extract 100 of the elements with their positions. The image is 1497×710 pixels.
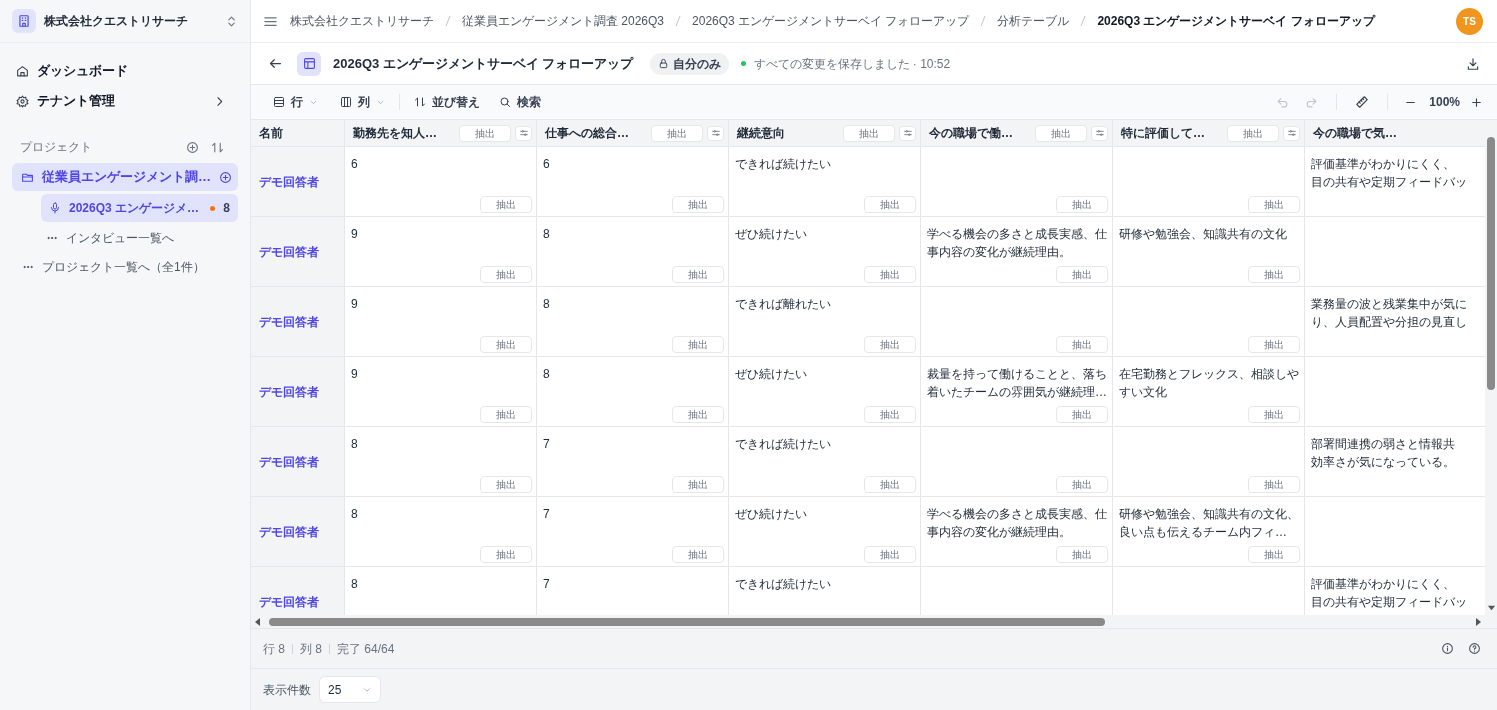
extract-button[interactable]: 抽出 — [672, 476, 724, 493]
sort-icon — [414, 96, 426, 108]
respondent-link[interactable]: デモ回答者 — [259, 382, 319, 401]
breadcrumb-link[interactable]: 分析テーブル — [997, 12, 1070, 30]
table-icon — [302, 57, 316, 70]
extract-button[interactable]: 抽出 — [864, 406, 916, 423]
page-size-select[interactable]: 25 — [319, 676, 381, 703]
column-header[interactable]: 今の職場で働… — [929, 124, 1031, 142]
breadcrumb-link[interactable]: 2026Q3 エンゲージメントサーベイ フォローアップ — [1097, 12, 1375, 30]
column-settings-button[interactable] — [1091, 125, 1108, 141]
extract-button[interactable]: 抽出 — [1248, 546, 1300, 563]
breadcrumb-link[interactable]: 株式会社クエストリサーチ — [290, 12, 434, 30]
column-header[interactable]: 勤務先を知人… — [353, 124, 455, 142]
respondent-link[interactable]: デモ回答者 — [259, 522, 319, 541]
project-list-link[interactable]: プロジェクト一覧へ（全1件） — [22, 254, 250, 280]
sort-button[interactable]: 並び替え — [406, 90, 488, 114]
ruler-icon[interactable] — [1355, 95, 1370, 109]
scroll-right-icon[interactable] — [1473, 616, 1483, 627]
extract-button[interactable]: 抽出 — [672, 406, 724, 423]
table-cell-text: 部署間連携の弱さと情報共 — [1311, 436, 1456, 453]
save-status: すべての変更を保存しました · 10:52 — [753, 55, 951, 73]
extract-button[interactable]: 抽出 — [864, 336, 916, 353]
extract-button[interactable]: 抽出 — [459, 124, 511, 142]
breadcrumb-link[interactable]: 従業員エンゲージメント調査 2026Q3 — [462, 12, 665, 30]
respondent-link[interactable]: デモ回答者 — [259, 452, 319, 471]
extract-button[interactable]: 抽出 — [672, 266, 724, 283]
column-settings-button[interactable] — [899, 125, 916, 141]
extract-button[interactable]: 抽出 — [480, 476, 532, 493]
table-cell-text: できれば離れたい — [735, 296, 832, 313]
extract-button[interactable]: 抽出 — [1248, 266, 1300, 283]
extract-button[interactable]: 抽出 — [1248, 406, 1300, 423]
back-arrow-icon[interactable] — [268, 56, 283, 71]
add-circle-icon[interactable] — [219, 170, 232, 184]
nav-item[interactable]: テナント管理 — [16, 89, 234, 113]
rows-button[interactable]: 行 — [265, 90, 326, 114]
column-settings-button[interactable] — [707, 125, 724, 141]
extract-button[interactable]: 抽出 — [864, 476, 916, 493]
table-cell-text: できれば続けたい — [735, 576, 832, 593]
extract-button[interactable]: 抽出 — [480, 336, 532, 353]
extract-button[interactable]: 抽出 — [1248, 196, 1300, 213]
extract-button[interactable]: 抽出 — [672, 336, 724, 353]
extract-button[interactable]: 抽出 — [480, 266, 532, 283]
extract-button[interactable]: 抽出 — [864, 266, 916, 283]
extract-button[interactable]: 抽出 — [480, 196, 532, 213]
nav-item[interactable]: ダッシュボード — [16, 59, 234, 83]
info-icon[interactable] — [1441, 642, 1454, 655]
column-settings-button[interactable] — [515, 125, 532, 141]
search-button[interactable]: 検索 — [491, 90, 549, 114]
extract-button[interactable]: 抽出 — [480, 406, 532, 423]
table-cell-text: 評価基準がわかりにくく、 — [1311, 156, 1456, 173]
extract-button[interactable]: 抽出 — [1056, 196, 1108, 213]
extract-button[interactable]: 抽出 — [1035, 124, 1087, 142]
scroll-left-icon[interactable] — [253, 616, 263, 627]
extract-button[interactable]: 抽出 — [672, 196, 724, 213]
table-cell-text: 8 — [351, 576, 359, 593]
column-header[interactable]: 今の職場で気… — [1313, 124, 1485, 142]
extract-button[interactable]: 抽出 — [1056, 406, 1108, 423]
column-header[interactable]: 仕事への総合… — [545, 124, 647, 142]
table-cell-text: 研修や勉強会、知識共有の文化 — [1119, 226, 1288, 243]
vertical-scrollbar[interactable] — [1487, 137, 1495, 390]
extract-button[interactable]: 抽出 — [1227, 124, 1279, 142]
extract-button[interactable]: 抽出 — [672, 546, 724, 563]
extract-button[interactable]: 抽出 — [480, 546, 532, 563]
interview-item[interactable]: 2026Q3 エンゲージメ… 8 — [41, 194, 238, 222]
respondent-link[interactable]: デモ回答者 — [259, 172, 319, 191]
extract-button[interactable]: 抽出 — [864, 196, 916, 213]
extract-button[interactable]: 抽出 — [864, 546, 916, 563]
interview-list-link[interactable]: インタビュー一覧へ — [46, 225, 238, 251]
columns-button[interactable]: 列 — [332, 90, 393, 114]
project-item[interactable]: 従業員エンゲージメント調… — [12, 163, 238, 191]
settings-icon — [16, 94, 29, 108]
extract-button[interactable]: 抽出 — [1056, 266, 1108, 283]
zoom-in-icon[interactable] — [1470, 95, 1483, 109]
scroll-down-icon[interactable] — [1486, 603, 1496, 612]
help-icon[interactable] — [1468, 642, 1481, 655]
add-circle-icon[interactable] — [186, 140, 199, 154]
extract-button[interactable]: 抽出 — [1248, 336, 1300, 353]
chevron-up-down-icon[interactable] — [225, 14, 238, 28]
respondent-link[interactable]: デモ回答者 — [259, 242, 319, 261]
table-cell-text: 8 — [543, 226, 551, 243]
sliders-icon — [902, 128, 913, 138]
column-header[interactable]: 特に評価して… — [1121, 124, 1223, 142]
table-cell-text: 8 — [351, 506, 359, 523]
extract-button[interactable]: 抽出 — [843, 124, 895, 142]
extract-button[interactable]: 抽出 — [1248, 476, 1300, 493]
column-header[interactable]: 継続意向 — [737, 124, 839, 142]
horizontal-scrollbar[interactable] — [269, 617, 1105, 626]
extract-button[interactable]: 抽出 — [1056, 546, 1108, 563]
table-cell-text: できれば続けたい — [735, 436, 832, 453]
sort-icon[interactable] — [211, 140, 224, 154]
breadcrumb-link[interactable]: 2026Q3 エンゲージメントサーベイ フォローアップ — [692, 12, 970, 30]
download-icon[interactable] — [1466, 56, 1480, 71]
visibility-chip[interactable]: 自分のみ — [649, 52, 729, 75]
extract-button[interactable]: 抽出 — [1056, 336, 1108, 353]
extract-button[interactable]: 抽出 — [651, 124, 703, 142]
columns-icon — [340, 96, 352, 108]
table-cell-text: できれば続けたい — [735, 156, 832, 173]
extract-button[interactable]: 抽出 — [1056, 476, 1108, 493]
column-settings-button[interactable] — [1283, 125, 1300, 141]
respondent-link[interactable]: デモ回答者 — [259, 312, 319, 331]
